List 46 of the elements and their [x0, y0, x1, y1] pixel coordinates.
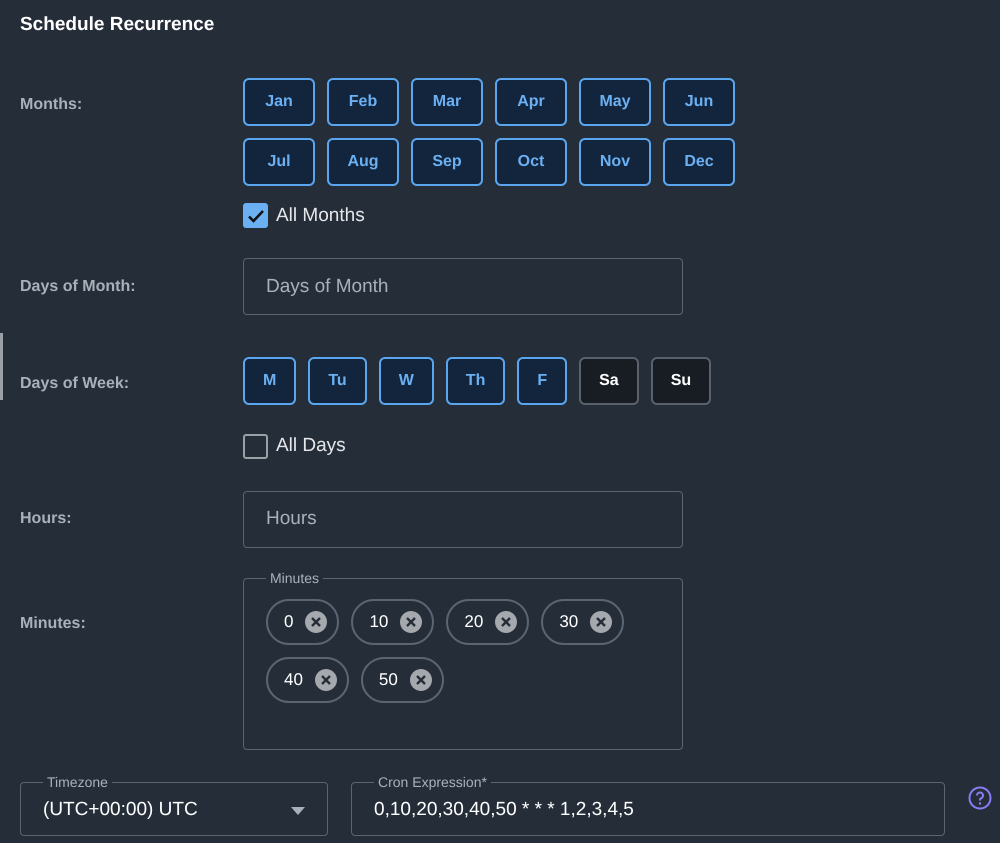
toggle-button[interactable]: Aug: [327, 138, 399, 186]
toggle-button[interactable]: Th: [446, 357, 506, 405]
remove-icon[interactable]: [590, 610, 612, 632]
section-title: Schedule Recurrence: [20, 13, 216, 37]
toggle-button[interactable]: Sa: [579, 357, 639, 405]
toggle-button[interactable]: W: [378, 357, 434, 405]
input-field[interactable]: Days of Month: [243, 258, 683, 315]
field-label: Days of Month:: [20, 276, 137, 296]
toggle-button[interactable]: Mar: [411, 78, 483, 126]
help-icon[interactable]: [968, 786, 992, 810]
toggle-button[interactable]: Tu: [308, 357, 367, 405]
toggle-button[interactable]: F: [517, 357, 568, 405]
remove-icon[interactable]: [314, 668, 337, 690]
toggle-button[interactable]: Dec: [663, 138, 735, 186]
minute-chip: 0: [266, 598, 340, 644]
field-label: Minutes:: [20, 614, 87, 634]
checkbox-label: All Days: [276, 434, 346, 458]
field-label: Days of Week:: [20, 374, 130, 394]
remove-icon[interactable]: [305, 610, 328, 632]
toggle-button[interactable]: M: [243, 357, 296, 405]
toggle-button[interactable]: Jul: [243, 138, 315, 186]
toggle-button[interactable]: Su: [650, 357, 712, 405]
minute-chip: 20: [446, 598, 530, 644]
minute-chip: 50: [360, 656, 444, 702]
checkbox[interactable]: [243, 434, 268, 459]
cron-expression-value: 0,10,20,30,40,50 * * * 1,2,3,4,5: [374, 798, 634, 822]
toggle-button[interactable]: Feb: [327, 78, 399, 126]
checkbox[interactable]: [243, 203, 268, 228]
remove-icon[interactable]: [495, 610, 518, 632]
toggle-button[interactable]: Oct: [495, 138, 567, 186]
toggle-button[interactable]: Nov: [579, 138, 651, 186]
toggle-button[interactable]: Apr: [495, 78, 567, 126]
toggle-button[interactable]: May: [579, 78, 651, 126]
minute-chip: 30: [541, 598, 624, 644]
remove-icon[interactable]: [410, 668, 432, 690]
minute-chip: 40: [266, 656, 349, 702]
dropdown-caret-icon: [291, 806, 305, 814]
field-label: Months:: [20, 94, 84, 114]
toggle-button[interactable]: Jun: [663, 78, 735, 126]
field-label: Hours:: [20, 509, 73, 529]
minute-chip: 10: [351, 598, 434, 644]
remove-icon[interactable]: [400, 610, 422, 632]
toggle-button[interactable]: Jan: [243, 78, 315, 126]
checkbox-label: All Months: [276, 204, 365, 228]
input-field[interactable]: Hours: [243, 490, 683, 548]
toggle-button[interactable]: Sep: [411, 138, 483, 186]
